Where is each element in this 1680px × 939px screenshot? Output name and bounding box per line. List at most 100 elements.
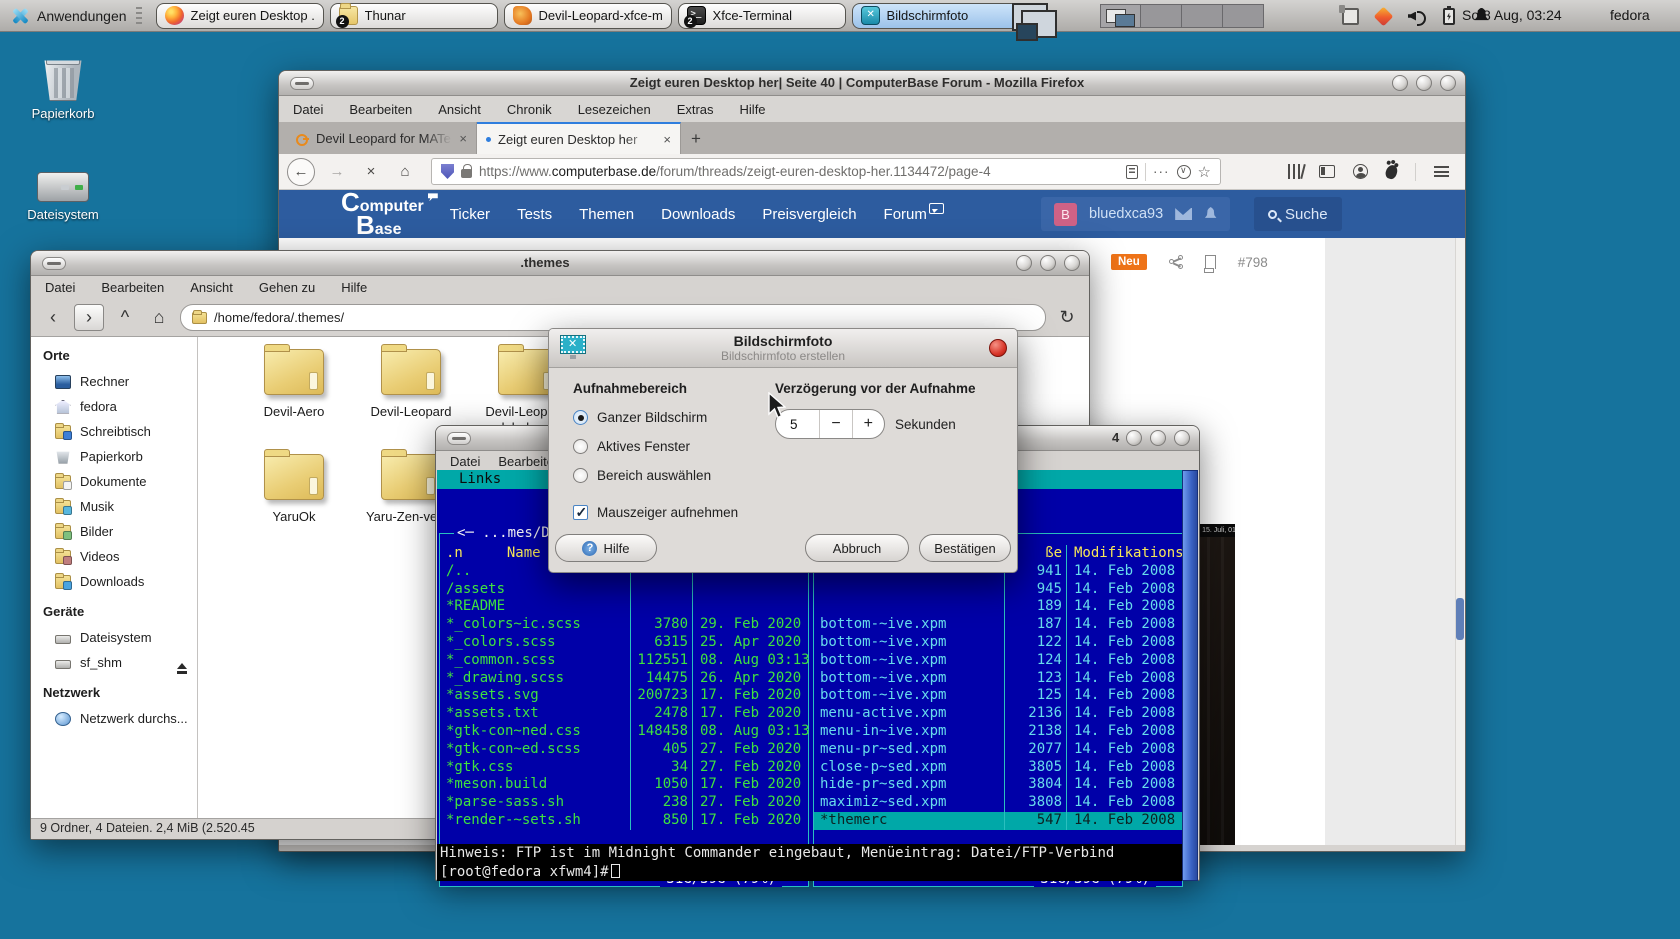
desktop-icon-trash[interactable]: Papierkorb	[18, 55, 108, 121]
help-button[interactable]: ? Hilfe	[555, 534, 657, 562]
file-row[interactable]: *render-~sets.sh 850 17. Feb 2020	[440, 811, 808, 830]
menu-item[interactable]: Ansicht	[438, 102, 481, 117]
menu-item[interactable]: Chronik	[507, 102, 552, 117]
back-button[interactable]	[40, 307, 66, 328]
sidebar-item[interactable]: Netzwerk durchs...	[41, 706, 197, 731]
hamburger-menu-icon[interactable]	[1434, 166, 1449, 177]
menu-item[interactable]: Bearbeiten	[349, 102, 412, 117]
menu-item[interactable]: Hilfe	[740, 102, 766, 117]
dialog-header[interactable]: Bildschirmfoto Bildschirmfoto erstellen	[549, 329, 1017, 368]
alerts-bell-icon[interactable]	[1204, 207, 1217, 218]
decrement-button[interactable]	[819, 410, 851, 438]
delay-spinner[interactable]: 5	[775, 409, 885, 439]
folder-item[interactable]: YaruOk	[236, 449, 352, 525]
mc-left-panel[interactable]: <─ ...mes/D .n Name /.. /assets *README …	[439, 525, 810, 887]
capture-option[interactable]: Bereich auswählen	[573, 468, 738, 483]
file-row[interactable]: *themerc 547 14. Feb 2008	[814, 811, 1182, 830]
close-button[interactable]	[1064, 255, 1080, 271]
file-row[interactable]: *README	[440, 598, 808, 617]
nav-link[interactable]: Themen	[579, 206, 634, 223]
menu-item[interactable]: Hilfe	[341, 280, 367, 295]
menu-item[interactable]: Extras	[677, 102, 714, 117]
bookmark-star-icon[interactable]	[1198, 163, 1211, 181]
capture-option[interactable]: Aktives Fenster	[573, 439, 738, 454]
menu-item[interactable]: Datei	[45, 280, 75, 295]
menu-item[interactable]: Ansicht	[190, 280, 233, 295]
radio-button[interactable]	[573, 468, 588, 483]
file-row[interactable]: *_drawing.scss 14475 26. Apr 2020	[440, 669, 808, 688]
file-row[interactable]: bottom-~ive.xpm 124 14. Feb 2008	[814, 651, 1182, 670]
file-row[interactable]: *assets.txt 2478 17. Feb 2020	[440, 705, 808, 723]
sidebar-item[interactable]: Schreibtisch	[41, 419, 197, 444]
file-row[interactable]: menu-in~ive.xpm 2138 14. Feb 2008	[814, 722, 1182, 741]
tab-zeigt-euren-desktop[interactable]: Zeigt euren Desktop her	[477, 122, 681, 154]
sidebar-item[interactable]: Dateisystem	[41, 625, 197, 650]
file-row[interactable]: bottom-~ive.xpm 123 14. Feb 2008	[814, 669, 1182, 688]
account-icon[interactable]	[1353, 164, 1368, 179]
file-row[interactable]: *_colors.scss 6315 25. Apr 2020	[440, 633, 808, 652]
nav-link[interactable]: Downloads	[661, 206, 735, 223]
reader-mode-icon[interactable]	[1126, 164, 1139, 179]
nav-link[interactable]: Preisvergleich	[762, 206, 856, 223]
page-scrollbar[interactable]	[1455, 238, 1465, 845]
radio-button[interactable]	[573, 439, 588, 454]
computerbase-logo[interactable]: Computer Base	[341, 187, 438, 240]
minimize-button[interactable]	[1016, 255, 1032, 271]
menu-item[interactable]: Bearbeiten	[101, 280, 164, 295]
post-number[interactable]: #798	[1238, 255, 1268, 270]
eject-icon[interactable]	[177, 658, 187, 674]
mc-right-panel[interactable]: pard/xfwm4─.[^]>┐ ße Modifikations 941 1…	[813, 525, 1184, 887]
file-row[interactable]: hide-pr~sed.xpm 3804 14. Feb 2008	[814, 776, 1182, 795]
network-icon[interactable]	[1339, 4, 1359, 25]
url-text[interactable]: https://www.computerbase.de/forum/thread…	[479, 164, 1119, 179]
battery-icon[interactable]	[1443, 5, 1455, 25]
close-button[interactable]	[1174, 430, 1190, 446]
workspace-1[interactable]	[1100, 4, 1141, 28]
cancel-button[interactable]: Abbruch	[805, 534, 909, 562]
file-row[interactable]: *gtk-con~ed.scss 405 27. Feb 2020	[440, 740, 808, 759]
mc-menu-links[interactable]: Links	[459, 471, 501, 487]
sidebar-item[interactable]: Dokumente	[41, 469, 197, 494]
workspace-3[interactable]	[1182, 4, 1223, 28]
file-row[interactable]: bottom-~ive.xpm 122 14. Feb 2008	[814, 633, 1182, 652]
file-row[interactable]: *parse-sass.sh 238 27. Feb 2020	[440, 794, 808, 812]
taskbar-button[interactable]: Devil-Leopard-xfce-m...	[503, 2, 672, 29]
applications-menu[interactable]: Anwendungen	[0, 0, 152, 31]
forward-button[interactable]	[74, 304, 104, 331]
sidebar-item[interactable]: Papierkorb	[41, 444, 197, 469]
tab-close-icon[interactable]	[459, 131, 467, 146]
file-row[interactable]: *_colors~ic.scss 3780 29. Feb 2020	[440, 616, 808, 634]
file-row[interactable]: 945 14. Feb 2008	[814, 580, 1182, 599]
file-row[interactable]: *meson.build 1050 17. Feb 2020	[440, 776, 808, 795]
file-row[interactable]: 189 14. Feb 2008	[814, 598, 1182, 617]
user-account-box[interactable]: B bluedxca93	[1041, 197, 1231, 231]
menu-item[interactable]: Gehen zu	[259, 280, 315, 295]
shade-button[interactable]	[447, 432, 471, 445]
close-button[interactable]	[1440, 75, 1456, 91]
increment-button[interactable]	[851, 410, 884, 438]
path-bar[interactable]: /home/fedora/.themes/	[180, 304, 1046, 331]
close-button[interactable]	[989, 339, 1007, 357]
url-bar[interactable]: https://www.computerbase.de/forum/thread…	[431, 158, 1221, 185]
workspace-switcher[interactable]	[1100, 4, 1264, 28]
file-row[interactable]: *gtk.css 34 27. Feb 2020	[440, 758, 808, 777]
folder-item[interactable]: Devil-Leopard	[353, 344, 469, 420]
sidebar-item[interactable]: Rechner	[41, 369, 197, 394]
minimize-button[interactable]	[1392, 75, 1408, 91]
workspace-2[interactable]	[1141, 4, 1182, 28]
bookmark-icon[interactable]	[1204, 255, 1216, 273]
thunar-titlebar[interactable]: .themes	[31, 251, 1089, 276]
sidebar-item[interactable]: Bilder	[41, 519, 197, 544]
file-row[interactable]: bottom-~ive.xpm 125 14. Feb 2008	[814, 687, 1182, 706]
radio-button[interactable]	[573, 410, 588, 425]
file-row[interactable]: menu-active.xpm 2136 14. Feb 2008	[814, 705, 1182, 723]
maximize-button[interactable]	[1416, 75, 1432, 91]
taskbar-button[interactable]: Zeigt euren Desktop ...	[155, 2, 324, 29]
page-actions-icon[interactable]	[1153, 164, 1170, 179]
folder-item[interactable]: Devil-Aero	[236, 344, 352, 420]
taskbar-button[interactable]: 2 Xfce-Terminal	[677, 2, 846, 29]
updates-gem-icon[interactable]	[1373, 6, 1394, 26]
sidebar-item[interactable]: Videos	[41, 544, 197, 569]
home-button[interactable]	[393, 163, 417, 180]
menu-item[interactable]: Lesezeichen	[578, 102, 651, 117]
